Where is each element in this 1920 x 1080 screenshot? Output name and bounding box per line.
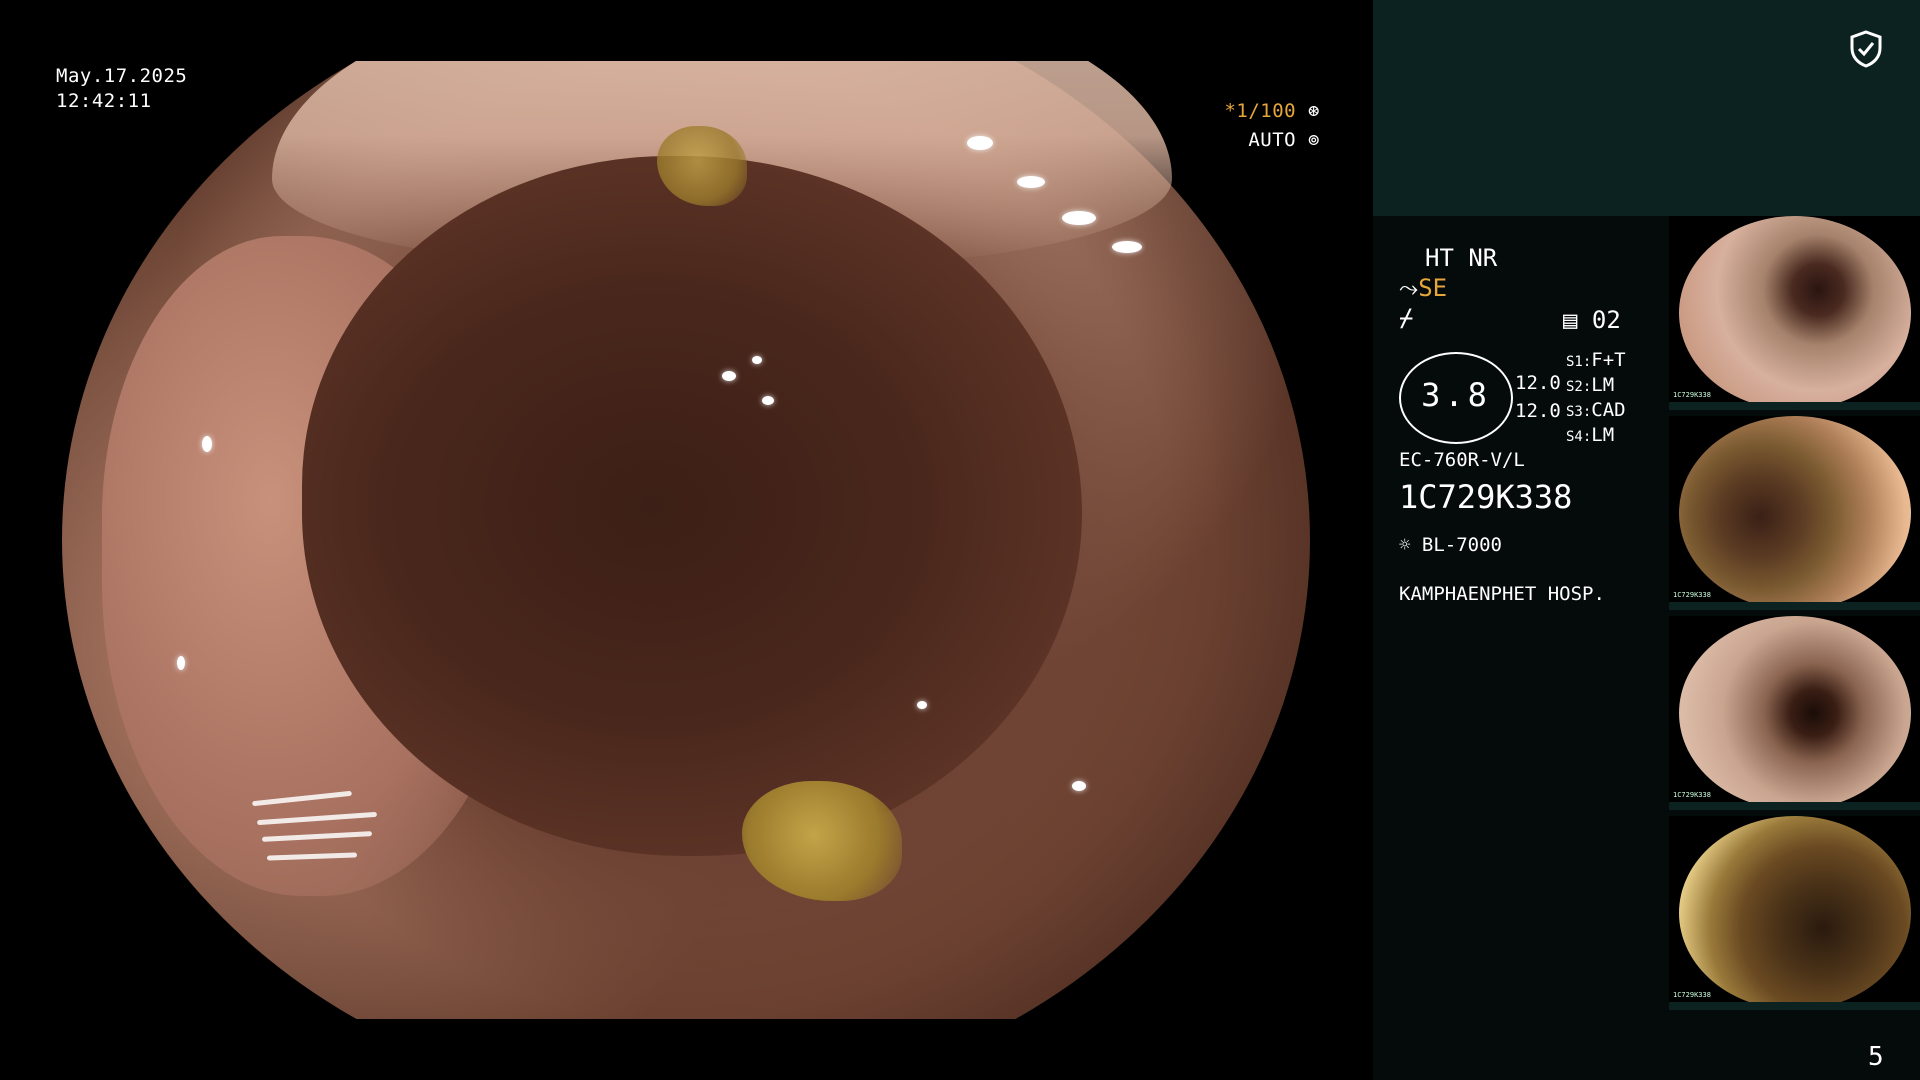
scope-icon: ⤳ xyxy=(1399,274,1419,302)
scope-serial: 1C729K338 xyxy=(1399,478,1573,516)
s3-row: S3:CAD xyxy=(1566,399,1626,421)
magnification-value: 3.8 xyxy=(1421,376,1491,414)
light-reflection xyxy=(762,396,774,405)
light-reflection xyxy=(1112,241,1142,253)
light-reflection xyxy=(177,656,185,670)
lumen xyxy=(302,156,1082,856)
s2-row: S2:LM xyxy=(1566,374,1615,396)
value-2: 12.0 xyxy=(1515,400,1561,422)
scope-model: EC-760R-V/L xyxy=(1399,449,1525,471)
shutter-speed: *1/100 xyxy=(1224,100,1297,122)
thumbnail-4[interactable]: 1C729K338 xyxy=(1669,816,1920,1010)
stool-debris xyxy=(742,781,902,901)
thumbnail-serial: 1C729K338 xyxy=(1673,991,1711,999)
iris-mode: AUTO xyxy=(1248,129,1297,151)
lamp-icon: ☼ xyxy=(1399,534,1411,556)
thumbnail-serial: 1C729K338 xyxy=(1673,791,1711,799)
light-reflection xyxy=(202,436,212,452)
endoscope-image xyxy=(62,61,1310,1019)
thumbnail-serial: 1C729K338 xyxy=(1673,391,1711,399)
light-reflection xyxy=(917,701,927,709)
hospital-name: KAMPHAENPHET HOSP. xyxy=(1399,583,1605,605)
shutter-icon: ⊛ xyxy=(1308,100,1320,122)
light-reflection xyxy=(752,356,762,364)
shield-check-icon xyxy=(1850,30,1882,68)
page-number: 5 xyxy=(1868,1042,1884,1072)
value-1: 12.0 xyxy=(1515,372,1561,394)
light-source: BL-7000 xyxy=(1421,534,1502,556)
date-time: May.17.2025 12:42:11 xyxy=(56,64,187,114)
light-reflection xyxy=(722,371,736,381)
light-reflection xyxy=(967,136,993,150)
se-label: SE xyxy=(1418,274,1448,302)
image-list-icon: ▤ xyxy=(1563,306,1578,334)
info-panel: HT NR ⤳SE ⌿ ▤ 02 3.8 12.0 12.0 S1:F+T S2… xyxy=(1373,0,1920,1080)
thumbnail-3[interactable]: 1C729K338 xyxy=(1669,616,1920,810)
light-reflection xyxy=(1062,211,1096,225)
thumbnail-serial: 1C729K338 xyxy=(1673,591,1711,599)
s4-row: S4:LM xyxy=(1566,424,1615,446)
endoscope-view: May.17.2025 12:42:11 *1/100 ⊛ AUTO ⊚ xyxy=(0,0,1373,1080)
thumbnail-2[interactable]: 1C729K338 xyxy=(1669,416,1920,610)
light-reflection xyxy=(1017,176,1045,188)
freeze-icon: ⌿ xyxy=(1399,304,1414,332)
s1-row: S1:F+T xyxy=(1566,349,1626,371)
iris-icon: ⊚ xyxy=(1308,129,1320,151)
mode-line: HT NR xyxy=(1425,244,1498,272)
thumbnail-1[interactable]: 1C729K338 xyxy=(1669,216,1920,410)
magnification-indicator: 3.8 xyxy=(1399,352,1513,444)
date-text: May.17.2025 xyxy=(56,65,188,87)
image-count: 02 xyxy=(1591,306,1621,334)
time-text: 12:42:11 xyxy=(56,90,152,112)
light-reflection xyxy=(1072,781,1086,791)
panel-header xyxy=(1373,0,1920,216)
